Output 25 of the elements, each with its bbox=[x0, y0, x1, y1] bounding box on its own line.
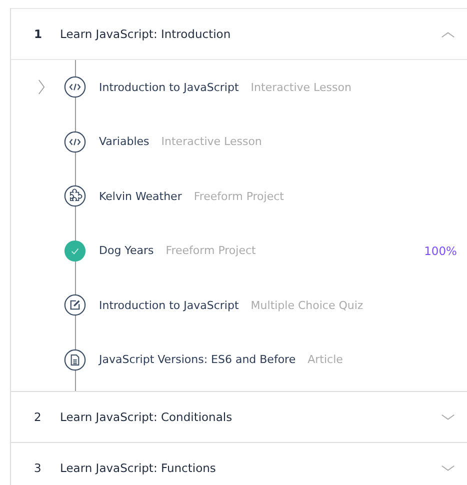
lesson-type: Freeform Project bbox=[194, 190, 285, 203]
lesson-title[interactable]: Variables bbox=[99, 135, 150, 148]
section-title: Learn JavaScript: Conditionals bbox=[60, 410, 234, 424]
lesson-title[interactable]: Introduction to JavaScript bbox=[99, 298, 239, 312]
lesson-title[interactable]: JavaScript Versions: ES6 and Before bbox=[99, 353, 296, 366]
chevron-down-icon[interactable] bbox=[441, 414, 455, 420]
section-number: 3 bbox=[34, 461, 42, 475]
lesson-type: Interactive Lesson bbox=[161, 135, 263, 148]
section-number: 2 bbox=[34, 410, 42, 424]
lesson-title[interactable]: Introduction to JavaScript bbox=[99, 80, 239, 94]
chevron-down-icon[interactable] bbox=[441, 464, 455, 472]
lesson-title[interactable]: Kelvin Weather bbox=[99, 190, 182, 203]
section-number: 1 bbox=[34, 27, 44, 41]
chevron-up-icon[interactable] bbox=[441, 30, 455, 38]
section-header[interactable]: 3 Learn JavaScript: Functions bbox=[11, 443, 467, 485]
lesson-title[interactable]: Dog Years bbox=[99, 244, 154, 258]
lesson-type: Multiple Choice Quiz bbox=[250, 298, 364, 312]
section-title: Learn JavaScript: Introduction bbox=[60, 27, 232, 41]
lesson-type: Interactive Lesson bbox=[250, 80, 352, 94]
section-header[interactable]: 1 Learn JavaScript: Introduction bbox=[11, 9, 467, 59]
section-title: Learn JavaScript: Functions bbox=[60, 461, 217, 475]
lesson-type: Article bbox=[308, 353, 344, 366]
lesson-type: Freeform Project bbox=[166, 244, 257, 258]
progress-percent: 100% bbox=[424, 244, 457, 258]
section-header[interactable]: 2 Learn JavaScript: Conditionals bbox=[11, 392, 467, 442]
